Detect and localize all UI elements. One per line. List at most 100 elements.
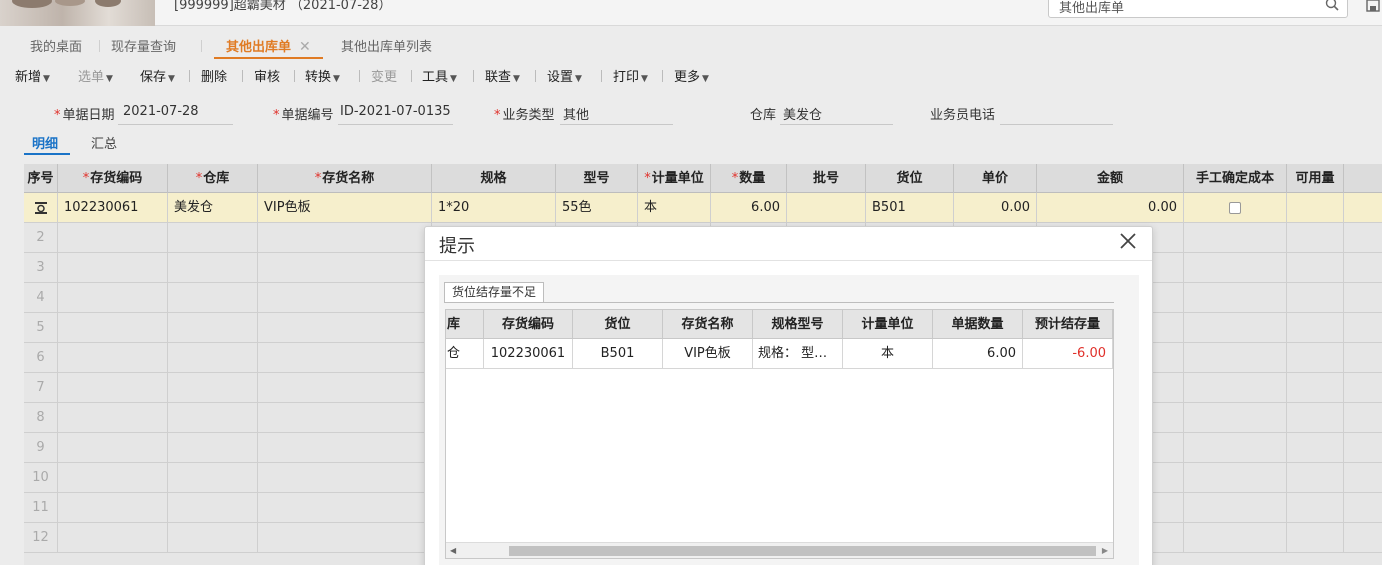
grid-cell[interactable] xyxy=(58,313,168,343)
scroll-left-icon[interactable]: ◀ xyxy=(450,546,456,555)
col-qty[interactable]: *数量 xyxy=(711,164,787,193)
grid-cell[interactable] xyxy=(58,253,168,283)
grid-cell[interactable] xyxy=(1287,403,1344,433)
grid-cell[interactable] xyxy=(58,523,168,553)
link-query-button[interactable]: 联查 ▼ xyxy=(485,66,520,85)
grid-cell[interactable] xyxy=(258,313,432,343)
grid-cell[interactable] xyxy=(258,403,432,433)
grid-cell[interactable] xyxy=(1287,373,1344,403)
tab-other-outbound-list[interactable]: 其他出库单列表 xyxy=(341,36,432,59)
grid-cell[interactable] xyxy=(168,523,258,553)
col-location[interactable]: 货位 xyxy=(573,310,663,339)
cell-name[interactable]: VIP色板 xyxy=(258,193,432,223)
col-warehouse[interactable]: 库 xyxy=(446,310,484,339)
tab-stock-query[interactable]: 现存量查询 xyxy=(111,36,176,59)
grid-cell[interactable] xyxy=(1287,313,1344,343)
col-warehouse[interactable]: *仓库 xyxy=(168,164,258,193)
tab-desktop[interactable]: 我的桌面 xyxy=(30,36,82,59)
grid-cell[interactable] xyxy=(1287,523,1344,553)
subtab-detail[interactable]: 明细 xyxy=(32,133,58,152)
tab-other-outbound[interactable]: 其他出库单 ✕ xyxy=(214,36,323,59)
grid-cell[interactable] xyxy=(1184,343,1287,373)
cell-model[interactable]: 55色 xyxy=(556,193,638,223)
cell-warehouse[interactable]: 美发仓 xyxy=(168,193,258,223)
grid-cell[interactable] xyxy=(1287,343,1344,373)
grid-cell[interactable] xyxy=(258,493,432,523)
col-spec[interactable]: 规格 xyxy=(432,164,556,193)
col-batch[interactable]: 批号 xyxy=(787,164,866,193)
grid-cell[interactable] xyxy=(1184,493,1287,523)
save-icon[interactable] xyxy=(1366,0,1380,12)
subtab-summary[interactable]: 汇总 xyxy=(91,133,117,152)
grid-cell[interactable] xyxy=(1184,283,1287,313)
row-menu-icon[interactable] xyxy=(34,201,48,214)
horizontal-scrollbar[interactable]: ◀ ▶ xyxy=(446,542,1113,558)
grid-cell[interactable] xyxy=(58,223,168,253)
search-icon[interactable] xyxy=(1325,0,1339,11)
grid-cell[interactable] xyxy=(1287,493,1344,523)
col-unit[interactable]: *计量单位 xyxy=(638,164,711,193)
table-row[interactable]: 102230061 美发仓 VIP色板 1*20 55色 本 6.00 B501… xyxy=(24,193,1382,223)
col-spec-model[interactable]: 规格型号 xyxy=(753,310,843,339)
grid-cell[interactable] xyxy=(1287,283,1344,313)
close-icon[interactable]: ✕ xyxy=(299,39,311,55)
tools-button[interactable]: 工具 ▼ xyxy=(422,66,457,85)
add-button[interactable]: 新增 ▼ xyxy=(15,66,50,85)
grid-cell[interactable] xyxy=(1287,223,1344,253)
grid-cell[interactable] xyxy=(168,463,258,493)
search-input[interactable]: 其他出库单 xyxy=(1048,0,1348,18)
grid-cell[interactable] xyxy=(168,493,258,523)
grid-cell[interactable] xyxy=(168,313,258,343)
grid-cell[interactable] xyxy=(1184,223,1287,253)
convert-button[interactable]: 转换 ▼ xyxy=(305,66,340,85)
grid-cell[interactable] xyxy=(1287,463,1344,493)
col-location[interactable]: 货位 xyxy=(866,164,954,193)
row-handle[interactable] xyxy=(24,193,58,223)
audit-button[interactable]: 审核 xyxy=(254,66,280,85)
grid-cell[interactable] xyxy=(258,283,432,313)
grid-cell[interactable] xyxy=(168,343,258,373)
grid-cell[interactable] xyxy=(168,253,258,283)
grid-cell[interactable] xyxy=(168,223,258,253)
col-model[interactable]: 型号 xyxy=(556,164,638,193)
delete-button[interactable]: 删除 xyxy=(201,66,227,85)
change-button[interactable]: 变更 xyxy=(371,66,397,85)
grid-cell[interactable] xyxy=(258,343,432,373)
col-unit[interactable]: 计量单位 xyxy=(843,310,933,339)
grid-cell[interactable] xyxy=(1184,373,1287,403)
grid-cell[interactable] xyxy=(168,403,258,433)
grid-cell[interactable] xyxy=(1184,403,1287,433)
col-code[interactable]: 存货编码 xyxy=(484,310,573,339)
table-row[interactable]: 仓 102230061 B501 VIP色板 规格： 型… 本 6.00 -6.… xyxy=(446,339,1113,369)
col-code[interactable]: *存货编码 xyxy=(58,164,168,193)
save-button[interactable]: 保存 ▼ xyxy=(140,66,175,85)
grid-cell[interactable] xyxy=(258,223,432,253)
grid-cell[interactable] xyxy=(1184,463,1287,493)
biz-type-field[interactable]: 其他 xyxy=(563,104,589,123)
grid-cell[interactable] xyxy=(258,253,432,283)
grid-cell[interactable] xyxy=(58,343,168,373)
grid-cell[interactable] xyxy=(1184,433,1287,463)
cell-qty[interactable]: 6.00 xyxy=(711,193,787,223)
warehouse-field[interactable]: 美发仓 xyxy=(783,104,822,123)
grid-cell[interactable] xyxy=(258,523,432,553)
grid-cell[interactable] xyxy=(58,463,168,493)
grid-cell[interactable] xyxy=(1287,253,1344,283)
cell-unit[interactable]: 本 xyxy=(638,193,711,223)
select-button[interactable]: 选单 ▼ xyxy=(78,66,113,85)
grid-cell[interactable] xyxy=(58,433,168,463)
grid-cell[interactable] xyxy=(168,373,258,403)
print-button[interactable]: 打印 ▼ xyxy=(613,66,648,85)
grid-cell[interactable] xyxy=(168,283,258,313)
doc-no-field[interactable]: ID-2021-07-0135 xyxy=(340,104,451,119)
grid-cell[interactable] xyxy=(1184,523,1287,553)
close-icon[interactable] xyxy=(1118,231,1138,251)
cell-price[interactable]: 0.00 xyxy=(954,193,1037,223)
grid-cell[interactable] xyxy=(1287,433,1344,463)
doc-date-field[interactable]: 2021-07-28 xyxy=(123,104,199,119)
cell-amount[interactable]: 0.00 xyxy=(1037,193,1184,223)
grid-cell[interactable] xyxy=(1184,253,1287,283)
grid-cell[interactable] xyxy=(58,373,168,403)
grid-cell[interactable] xyxy=(58,283,168,313)
cell-location[interactable]: B501 xyxy=(866,193,954,223)
